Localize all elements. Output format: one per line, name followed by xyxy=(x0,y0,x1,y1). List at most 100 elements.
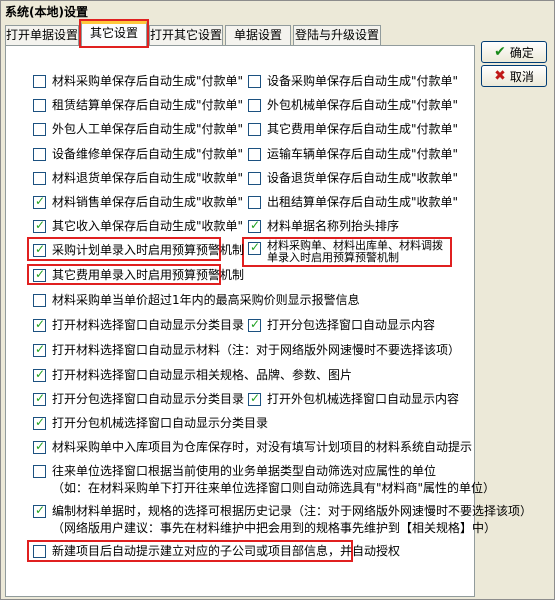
option-subcontract-window-content[interactable]: 打开分包选择窗口自动显示内容 xyxy=(248,317,435,333)
option-material-return-receipt[interactable]: 材料退货单保存后自动生成"收款单" xyxy=(33,170,243,186)
option-warehouse-plan-prompt[interactable]: 材料采购单中入库项目为仓库保存时，对没有填写计划项目的材料系统自动提示 xyxy=(33,439,472,455)
option-label: 新建项目后自动提示建立对应的子公司或项目部信息，并自动授权 xyxy=(52,544,401,558)
option-counterparty-note: （如：在材料采购单下打开往来单位选择窗口则自动筛选具有"材料商"属性的单位） xyxy=(52,480,495,496)
tab-bar: 打开单据设置 其它设置 打开其它设置 单据设置 登陆与升级设置 xyxy=(5,19,475,48)
checkbox[interactable] xyxy=(33,465,46,478)
checkbox[interactable] xyxy=(33,123,46,136)
option-label: 材料采购单、材料出库单、材料调拨单录入时启用预算预警机制 xyxy=(267,239,443,264)
tab-open-document-settings[interactable]: 打开单据设置 xyxy=(5,25,79,45)
option-other-income-receipt[interactable]: 其它收入单保存后自动生成"收款单" xyxy=(33,218,243,234)
option-outsourced-labor-payment[interactable]: 外包人工单保存后自动生成"付款单" xyxy=(33,121,243,137)
option-other-expense-budget-warning[interactable]: 其它费用单录入时启用预算预警机制 xyxy=(33,267,244,283)
option-label: 采购计划单录入时启用预算预警机制 xyxy=(52,243,245,257)
settings-window: 系统(本地)设置 打开单据设置 其它设置 打开其它设置 单据设置 登陆与升级设置… xyxy=(0,0,555,600)
checkbox[interactable] xyxy=(248,148,261,161)
checkbox[interactable] xyxy=(33,367,46,382)
checkbox[interactable] xyxy=(248,99,261,112)
option-new-project-auto-prompt[interactable]: 新建项目后自动提示建立对应的子公司或项目部信息，并自动授权 xyxy=(33,543,400,559)
checkbox[interactable] xyxy=(33,391,46,406)
checkbox[interactable] xyxy=(33,439,46,454)
option-equipment-return-receipt[interactable]: 设备退货单保存后自动生成"收款单" xyxy=(248,170,458,186)
option-label: 编制材料单据时，规格的选择可根据历史记录（注：对于网络版外网速慢时不要选择该项） xyxy=(52,504,533,518)
ok-button[interactable]: ✔ 确定 xyxy=(481,41,547,63)
window-title: 系统(本地)设置 xyxy=(1,1,554,19)
option-material-window-category[interactable]: 打开材料选择窗口自动显示分类目录 xyxy=(33,317,244,333)
checkbox[interactable] xyxy=(33,503,46,518)
option-other-expense-payment[interactable]: 其它费用单保存后自动生成"付款单" xyxy=(248,121,458,137)
checkbox[interactable] xyxy=(248,196,261,209)
close-icon: ✖ xyxy=(494,68,506,84)
option-label: 外包人工单保存后自动生成"付款单" xyxy=(52,122,244,136)
option-material-window-materials[interactable]: 打开材料选择窗口自动显示材料（注：对于网络版外网速慢时不要选择该项） xyxy=(33,342,460,358)
option-material-window-specs[interactable]: 打开材料选择窗口自动显示相关规格、品牌、参数、图片 xyxy=(33,367,352,383)
option-note: （如：在材料采购单下打开往来单位选择窗口则自动筛选具有"材料商"属性的单位） xyxy=(52,481,496,495)
option-label: 材料销售单保存后自动生成"收款单" xyxy=(52,195,244,209)
ok-label: 确定 xyxy=(509,45,534,60)
option-label: 打开外包机械选择窗口自动显示内容 xyxy=(267,392,460,406)
option-outsourced-machinery-payment[interactable]: 外包机械单保存后自动生成"付款单" xyxy=(248,97,458,113)
option-label: 往来单位选择窗口根据当前使用的业务单据类型自动筛选对应属性的单位 xyxy=(52,464,437,478)
option-outsourced-machinery-window-content[interactable]: 打开外包机械选择窗口自动显示内容 xyxy=(248,391,459,407)
checkbox[interactable] xyxy=(33,99,46,112)
checkbox[interactable] xyxy=(248,75,261,88)
checkbox[interactable] xyxy=(33,317,46,332)
option-label: 运输车辆单保存后自动生成"付款单" xyxy=(267,147,459,161)
tab-document-settings[interactable]: 单据设置 xyxy=(225,25,291,45)
checkbox[interactable] xyxy=(33,294,46,307)
option-label: 打开材料选择窗口自动显示材料（注：对于网络版外网速慢时不要选择该项） xyxy=(52,343,461,357)
option-material-docs-budget-warning[interactable]: 材料采购单、材料出库单、材料调拨单录入时启用预算预警机制 xyxy=(248,240,448,264)
option-counterparty-filter[interactable]: 往来单位选择窗口根据当前使用的业务单据类型自动筛选对应属性的单位 xyxy=(33,463,436,479)
checkbox[interactable] xyxy=(33,75,46,88)
option-label: 其它费用单录入时启用预算预警机制 xyxy=(52,268,245,282)
option-subcontract-machinery-category[interactable]: 打开分包机械选择窗口自动显示分类目录 xyxy=(33,415,268,431)
option-material-sales-receipt[interactable]: 材料销售单保存后自动生成"收款单" xyxy=(33,194,243,210)
tab-other-settings[interactable]: 其它设置 xyxy=(79,19,149,48)
option-label: 外包机械单保存后自动生成"付款单" xyxy=(267,98,459,112)
checkbox[interactable] xyxy=(248,317,261,332)
option-label: 打开材料选择窗口自动显示相关规格、品牌、参数、图片 xyxy=(52,368,353,382)
checkbox[interactable] xyxy=(248,240,261,255)
checkbox[interactable] xyxy=(33,148,46,161)
option-lease-settlement-payment[interactable]: 租赁结算单保存后自动生成"付款单" xyxy=(33,97,243,113)
option-subcontract-window-category[interactable]: 打开分包选择窗口自动显示分类目录 xyxy=(33,391,244,407)
tab-login-upgrade-settings[interactable]: 登陆与升级设置 xyxy=(293,25,381,45)
checkbox[interactable] xyxy=(33,172,46,185)
option-equipment-repair-payment[interactable]: 设备维修单保存后自动生成"付款单" xyxy=(33,146,243,162)
option-purchase-plan-budget-warning[interactable]: 采购计划单录入时启用预算预警机制 xyxy=(33,242,244,258)
cancel-button[interactable]: ✖ 取消 xyxy=(481,65,547,87)
checkbox[interactable] xyxy=(33,415,46,430)
option-equipment-purchase-payment[interactable]: 设备采购单保存后自动生成"付款单" xyxy=(248,73,458,89)
checkbox[interactable] xyxy=(248,172,261,185)
option-label: 打开材料选择窗口自动显示分类目录 xyxy=(52,318,245,332)
checkbox[interactable] xyxy=(33,194,46,209)
checkbox[interactable] xyxy=(33,218,46,233)
checkbox[interactable] xyxy=(248,218,261,233)
option-label: 打开分包机械选择窗口自动显示分类目录 xyxy=(52,416,269,430)
checkbox[interactable] xyxy=(248,123,261,136)
tab-open-other-settings[interactable]: 打开其它设置 xyxy=(149,25,223,45)
option-material-purchase-payment[interactable]: 材料采购单保存后自动生成"付款单" xyxy=(33,73,243,89)
option-label: 设备采购单保存后自动生成"付款单" xyxy=(267,74,459,88)
option-label: 材料单据名称列抬头排序 xyxy=(267,219,400,233)
checkbox[interactable] xyxy=(33,267,46,282)
option-note: （网络版用户建议：事先在材料维护中把会用到的规格事先维护到【相关规格】中） xyxy=(52,521,497,535)
option-label: 打开分包选择窗口自动显示分类目录 xyxy=(52,392,245,406)
option-transport-vehicle-payment[interactable]: 运输车辆单保存后自动生成"付款单" xyxy=(248,146,458,162)
option-spec-history-note: （网络版用户建议：事先在材料维护中把会用到的规格事先维护到【相关规格】中） xyxy=(52,520,496,536)
checkbox[interactable] xyxy=(33,242,46,257)
option-label: 租赁结算单保存后自动生成"付款单" xyxy=(52,98,244,112)
checkbox[interactable] xyxy=(33,545,46,558)
option-material-header-sort[interactable]: 材料单据名称列抬头排序 xyxy=(248,218,399,234)
cancel-label: 取消 xyxy=(509,69,534,84)
option-price-alert[interactable]: 材料采购单当单价超过1年内的最高采购价则显示报警信息 xyxy=(33,292,360,308)
option-label: 打开分包选择窗口自动显示内容 xyxy=(267,318,436,332)
option-label: 材料退货单保存后自动生成"收款单" xyxy=(52,171,244,185)
option-label: 其它收入单保存后自动生成"收款单" xyxy=(52,219,244,233)
option-label: 其它费用单保存后自动生成"付款单" xyxy=(267,122,459,136)
checkbox[interactable] xyxy=(248,391,261,406)
option-label: 材料采购单中入库项目为仓库保存时，对没有填写计划项目的材料系统自动提示 xyxy=(52,440,473,454)
option-label: 材料采购单保存后自动生成"付款单" xyxy=(52,74,244,88)
checkbox[interactable] xyxy=(33,342,46,357)
option-spec-history[interactable]: 编制材料单据时，规格的选择可根据历史记录（注：对于网络版外网速慢时不要选择该项） xyxy=(33,503,532,519)
option-rental-settlement-receipt[interactable]: 出租结算单保存后自动生成"收款单" xyxy=(248,194,458,210)
